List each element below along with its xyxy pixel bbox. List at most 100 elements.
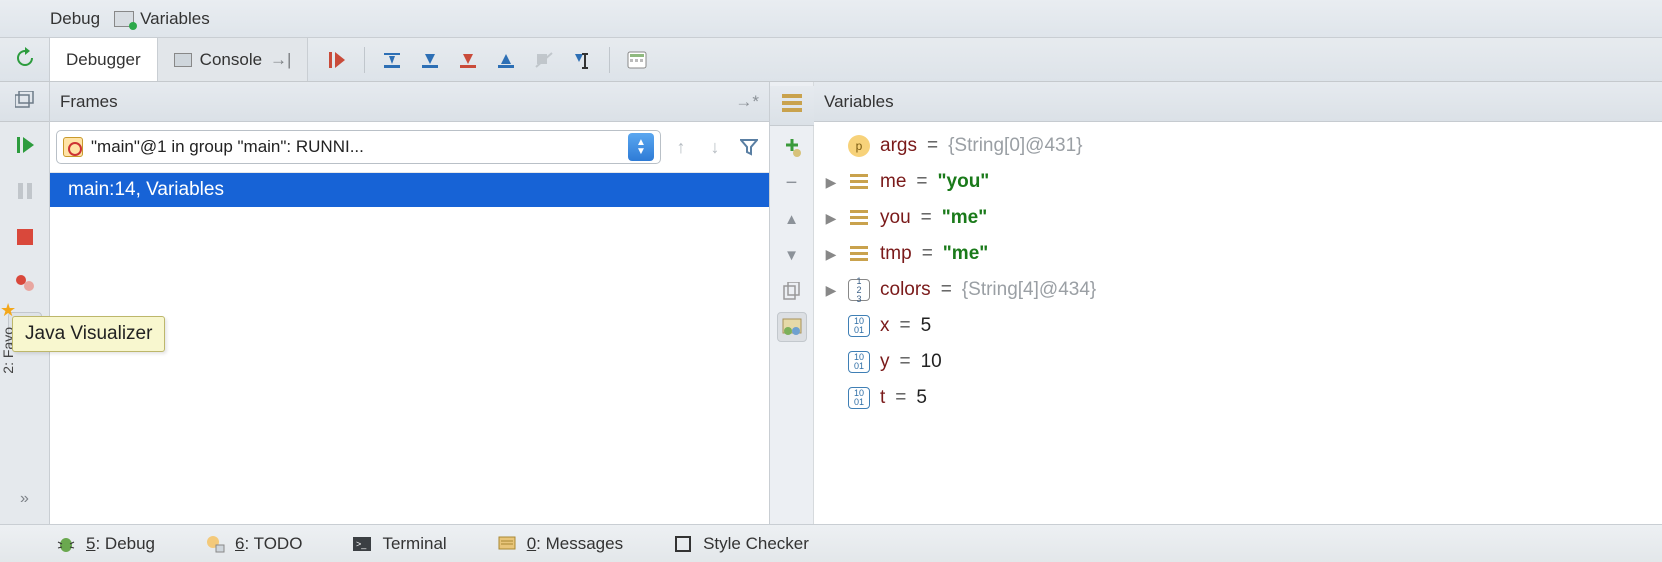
status-todo-label: 6: TODO	[235, 534, 302, 554]
pause-button[interactable]	[8, 174, 42, 208]
var-name: args	[880, 135, 917, 157]
step-over-button[interactable]	[375, 43, 409, 77]
more-button[interactable]: »	[8, 482, 42, 516]
var-name: x	[880, 315, 890, 337]
combo-stepper-icon[interactable]: ▲▼	[628, 133, 654, 161]
console-pin-icon: →|	[270, 50, 291, 70]
status-style-label: Style Checker	[703, 534, 809, 554]
object-icon	[848, 243, 870, 265]
status-debug[interactable]: 5: Debug	[56, 534, 155, 554]
equals-sign: =	[922, 243, 933, 265]
variables-label[interactable]: Variables	[140, 9, 210, 29]
next-frame-button[interactable]: ↓	[701, 133, 729, 161]
prev-frame-button[interactable]: ↑	[667, 133, 695, 161]
expand-toggle[interactable]: ▶	[824, 174, 838, 191]
variable-row[interactable]: p args = {String[0]@431}	[824, 128, 1652, 164]
remove-watch-button[interactable]: −	[777, 168, 807, 198]
status-todo[interactable]: 6: TODO	[205, 534, 302, 554]
variable-row[interactable]: 1001 x = 5	[824, 308, 1652, 344]
step-buttons	[308, 38, 654, 81]
run-to-cursor-button[interactable]	[565, 43, 599, 77]
thread-combo[interactable]: "main"@1 in group "main": RUNNI... ▲▼	[56, 130, 661, 164]
var-value: {String[0]@431}	[948, 135, 1082, 157]
resume-button[interactable]	[8, 128, 42, 162]
tooltip-java-visualizer: Java Visualizer	[12, 316, 165, 352]
var-name: tmp	[880, 243, 912, 265]
equals-sign: =	[895, 387, 906, 409]
frames-stack-icon	[15, 91, 35, 113]
status-style-checker[interactable]: Style Checker	[673, 534, 809, 554]
equals-sign: =	[921, 207, 932, 229]
tab-debugger-label: Debugger	[66, 50, 141, 70]
var-value: {String[4]@434}	[962, 279, 1096, 301]
show-execution-point-button[interactable]	[320, 43, 354, 77]
view-breakpoints-button[interactable]	[8, 266, 42, 300]
variables-side-toolbar: − ▲ ▼	[770, 82, 814, 524]
tool-window-header: Debug Variables	[0, 0, 1662, 38]
equals-sign: =	[941, 279, 952, 301]
show-watches-button[interactable]	[777, 312, 807, 342]
toolbar-separator	[364, 47, 365, 73]
bottom-tool-tabs: 5: Debug 6: TODO >_ Terminal 0: Messages…	[0, 524, 1662, 562]
tab-console[interactable]: Console →|	[158, 38, 309, 81]
bug-icon	[56, 534, 76, 554]
debug-label[interactable]: Debug	[50, 9, 100, 29]
drop-frame-button[interactable]	[527, 43, 561, 77]
var-value: 10	[921, 351, 942, 373]
variable-row[interactable]: 1001 y = 10	[824, 344, 1652, 380]
console-icon	[174, 53, 192, 67]
equals-sign: =	[900, 315, 911, 337]
primitive-icon: 1001	[848, 387, 870, 409]
variable-row[interactable]: ▶ me = "you"	[824, 164, 1652, 200]
thread-selector-row: "main"@1 in group "main": RUNNI... ▲▼ ↑ …	[50, 122, 769, 173]
new-watch-button[interactable]	[777, 132, 807, 162]
status-messages-label: 0: Messages	[527, 534, 623, 554]
primitive-icon: 1001	[848, 315, 870, 337]
frames-header: Frames →​*	[50, 82, 769, 122]
debugger-tabs: Debugger Console →|	[50, 38, 308, 81]
variables-icon	[114, 11, 134, 27]
rail-header-spacer	[0, 82, 49, 122]
variable-row[interactable]: 1001 t = 5	[824, 380, 1652, 416]
step-into-button[interactable]	[413, 43, 447, 77]
move-watch-down-button[interactable]: ▼	[777, 240, 807, 270]
tab-console-label: Console	[200, 50, 262, 70]
param-icon: p	[848, 135, 870, 157]
tab-debugger[interactable]: Debugger	[50, 38, 158, 81]
evaluate-expression-button[interactable]	[620, 43, 654, 77]
thread-icon	[63, 137, 83, 157]
stop-button[interactable]	[8, 220, 42, 254]
expand-toggle[interactable]: ▶	[824, 210, 838, 227]
restore-layout-icon[interactable]: →​*	[735, 92, 759, 112]
frame-row-text: main:14, Variables	[68, 179, 224, 200]
rerun-gutter	[0, 38, 50, 81]
equals-sign: =	[900, 351, 911, 373]
object-icon	[848, 207, 870, 229]
var-name: me	[880, 171, 906, 193]
filter-frames-button[interactable]	[735, 133, 763, 161]
object-icon	[848, 171, 870, 193]
step-out-button[interactable]	[489, 43, 523, 77]
equals-sign: =	[916, 171, 927, 193]
var-value: 5	[921, 315, 932, 337]
debugger-toolbar: Debugger Console →|	[0, 38, 1662, 82]
expand-toggle[interactable]: ▶	[824, 282, 838, 299]
variables-header: Variables	[814, 82, 1662, 122]
rerun-icon[interactable]	[14, 47, 36, 73]
variable-row[interactable]: ▶ you = "me"	[824, 200, 1652, 236]
duplicate-watch-button[interactable]	[777, 276, 807, 306]
expand-toggle[interactable]: ▶	[824, 246, 838, 263]
frame-row-selected[interactable]: main:14, Variables	[50, 173, 769, 207]
variable-row[interactable]: ▶ 123 colors = {String[4]@434}	[824, 272, 1652, 308]
frames-panel: Frames →​* "main"@1 in group "main": RUN…	[50, 82, 770, 524]
variables-header-icon	[782, 94, 802, 117]
variable-row[interactable]: ▶ tmp = "me"	[824, 236, 1652, 272]
terminal-icon: >_	[352, 534, 372, 554]
variables-list[interactable]: p args = {String[0]@431} ▶ me = "you" ▶ …	[814, 122, 1662, 524]
status-messages[interactable]: 0: Messages	[497, 534, 623, 554]
force-step-into-button[interactable]	[451, 43, 485, 77]
primitive-icon: 1001	[848, 351, 870, 373]
status-terminal[interactable]: >_ Terminal	[352, 534, 446, 554]
svg-text:>_: >_	[356, 539, 367, 549]
move-watch-up-button[interactable]: ▲	[777, 204, 807, 234]
